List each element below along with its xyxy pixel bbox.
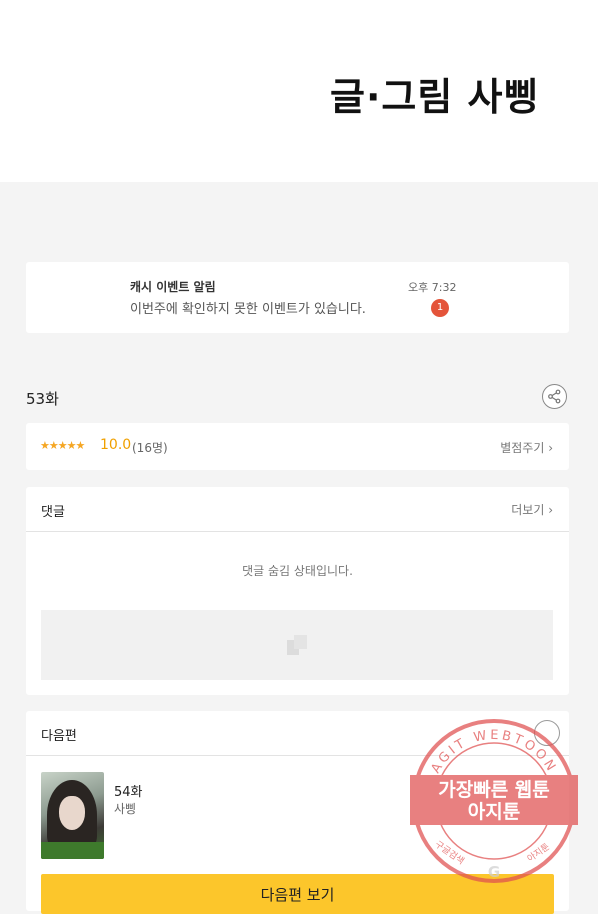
placeholder-icon [287, 635, 307, 655]
rating-count: (16명) [132, 441, 168, 455]
watermark-line2: 아지툰 [468, 801, 520, 823]
episode-title: 53화 [26, 390, 59, 408]
rate-button[interactable]: 별점주기 › [500, 439, 553, 456]
notification-title: 캐시 이벤트 알림 [130, 280, 216, 294]
next-episode-author: 사삥 [114, 802, 137, 816]
watermark-bottom-left: 구글검색 [433, 838, 467, 867]
rating-stars: ★★★★★ [40, 439, 85, 452]
share-button[interactable] [542, 384, 567, 409]
notification-message: 이번주에 확인하지 못한 이벤트가 있습니다. [130, 302, 366, 317]
share-icon [548, 389, 561, 404]
watermark-g-letter: G [488, 863, 500, 881]
next-episode-thumbnail[interactable] [41, 772, 104, 859]
watermark-line1: 가장빠른 웹툰 [438, 779, 550, 801]
comments-hidden-message: 댓글 숨김 상태입니다. [242, 564, 353, 578]
header-banner: 글·그림 사삥 [0, 0, 598, 182]
comments-more-link[interactable]: 더보기 › [511, 501, 553, 518]
notification-time: 오후 7:32 [408, 281, 457, 294]
comment-placeholder [41, 610, 553, 680]
comments-header: 댓글 더보기 › [26, 487, 569, 532]
notification-card[interactable]: 캐시 이벤트 알림 이번주에 확인하지 못한 이벤트가 있습니다. 오후 7:3… [26, 262, 569, 333]
watermark-stamp: AGIT WEBTOON 가장빠른 웹툰 아지툰 구글검색 아지툰 G [410, 719, 578, 883]
comments-title: 댓글 [41, 505, 65, 520]
next-episode-number[interactable]: 54화 [114, 781, 143, 800]
comments-card: 댓글 더보기 › 댓글 숨김 상태입니다. [26, 487, 569, 695]
next-episode-title: 다음편 [41, 729, 77, 744]
author-credit: 글·그림 사삥 [330, 75, 540, 119]
rating-score: 10.0 [100, 437, 132, 453]
notification-badge: 1 [431, 299, 449, 317]
rating-card: ★★★★★ 10.0 (16명) 별점주기 › [26, 423, 569, 470]
